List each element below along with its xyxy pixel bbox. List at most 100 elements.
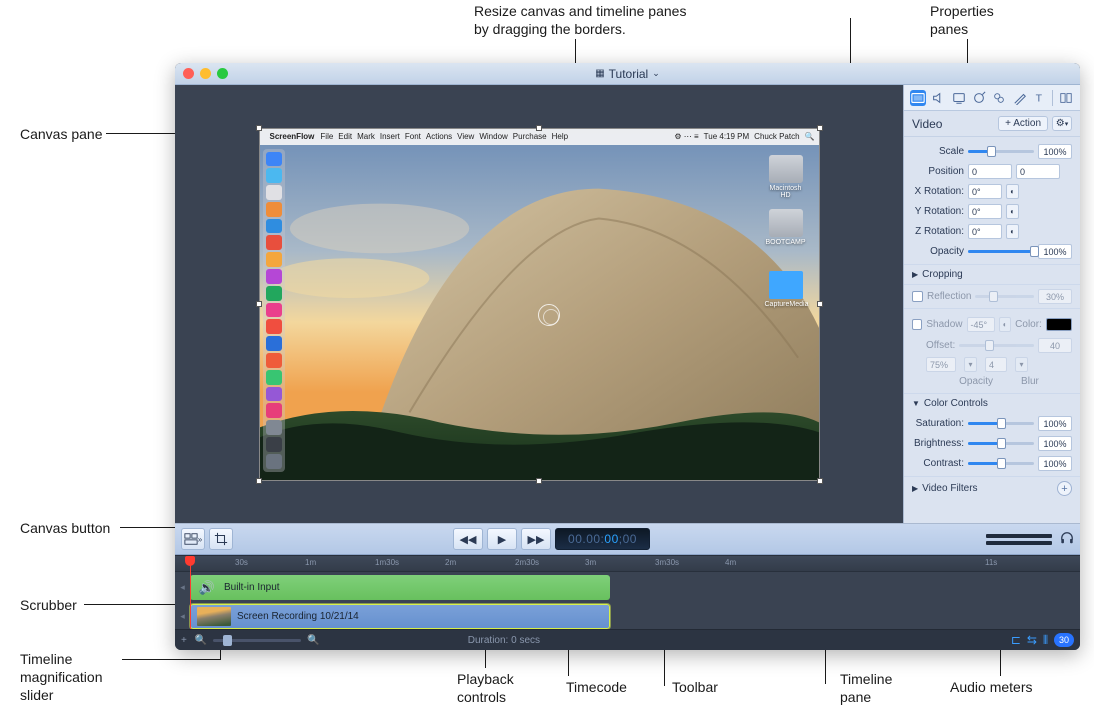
saturation-value[interactable]: 100% [1038, 416, 1072, 431]
reflection-slider[interactable] [975, 295, 1034, 298]
window-title[interactable]: ▦ Tutorial ⌄ [595, 67, 660, 81]
shadow-blur-field[interactable]: 4 [985, 357, 1007, 372]
spotlight-icon: 🔍 [805, 132, 815, 141]
reflection-checkbox[interactable] [912, 291, 923, 302]
saturation-slider[interactable] [968, 422, 1034, 425]
resize-handle[interactable] [536, 125, 542, 131]
stepper[interactable]: ▾ [964, 357, 977, 372]
z-rotation-label: Z Rotation: [912, 226, 964, 237]
zoom-out-icon[interactable]: 🔍 [195, 635, 207, 646]
brightness-value[interactable]: 100% [1038, 436, 1072, 451]
shadow-offset-slider[interactable] [959, 344, 1034, 347]
stepper[interactable]: ▾ [1015, 357, 1028, 372]
tab-video[interactable] [910, 90, 926, 106]
zoom-slider[interactable] [213, 639, 301, 642]
fast-forward-button[interactable]: ▶▶ [521, 528, 551, 550]
contrast-value[interactable]: 100% [1038, 456, 1072, 471]
rotation-dial[interactable]: ◐ [1006, 184, 1019, 199]
timeline-pane[interactable]: 30s1m1m30s2m2m30s3m3m30s4m11s ◂ 🔊 Built-… [175, 555, 1080, 629]
rewind-button[interactable]: ◀◀ [453, 528, 483, 550]
frame-rate-badge[interactable]: 30 [1054, 633, 1074, 647]
snap-button[interactable]: ⊏ [1011, 633, 1021, 647]
video-filters-label: Video Filters [922, 483, 977, 494]
tab-screen-recording[interactable] [951, 90, 967, 106]
timecode-prefix: 00.00: [568, 532, 604, 546]
tab-annotations[interactable] [1012, 90, 1028, 106]
y-rotation-field[interactable]: 0° [968, 204, 1002, 219]
brightness-label: Brightness: [912, 438, 964, 449]
z-rotation-field[interactable]: 0° [968, 224, 1002, 239]
play-button[interactable]: ▶ [487, 528, 517, 550]
callout-timeline-pane: Timeline pane [840, 670, 892, 706]
rotation-dial[interactable]: ◐ [1006, 224, 1019, 239]
video-filters-disclosure[interactable]: ▶ Video Filters + [904, 476, 1080, 500]
scale-slider[interactable] [968, 150, 1034, 153]
desktop-icon: CaptureMedia [765, 271, 807, 308]
tab-text[interactable]: T [1032, 90, 1048, 106]
zoom-in-icon[interactable]: 🔍 [307, 635, 319, 646]
crop-canvas-button[interactable] [209, 528, 233, 550]
minimize-window-button[interactable] [200, 68, 211, 79]
resize-handle[interactable] [536, 478, 542, 484]
tab-callout[interactable] [971, 90, 987, 106]
brightness-slider[interactable] [968, 442, 1034, 445]
shadow-opacity-field[interactable]: 75% [926, 357, 956, 372]
contrast-slider[interactable] [968, 462, 1034, 465]
opacity-slider[interactable] [968, 250, 1034, 253]
tab-audio[interactable] [930, 90, 946, 106]
video-clip[interactable]: Screen Recording 10/21/14 [190, 604, 610, 629]
reflection-value[interactable]: 30% [1038, 289, 1072, 304]
opacity-row: Opacity 100% [912, 243, 1072, 260]
position-label: Position [912, 166, 964, 177]
cropping-disclosure[interactable]: ▶ Cropping [904, 264, 1080, 284]
timeline-ruler[interactable]: 30s1m1m30s2m2m30s3m3m30s4m11s [175, 556, 1080, 572]
shadow-section: Shadow -45° ◐ Color: Offset: 40 75% ▾ 4 … [904, 308, 1080, 393]
resize-handle[interactable] [256, 125, 262, 131]
canvas-controls-button[interactable]: » [181, 528, 205, 550]
window-title-text: Tutorial [609, 67, 649, 81]
zoom-window-button[interactable] [217, 68, 228, 79]
scale-value[interactable]: 100% [1038, 144, 1072, 159]
app-window: ▦ Tutorial ⌄ [175, 63, 1080, 650]
rotation-dial[interactable]: ◐ [1006, 204, 1019, 219]
x-rotation-field[interactable]: 0° [968, 184, 1002, 199]
contrast-row: Contrast: 100% [912, 455, 1072, 472]
properties-gear-menu[interactable]: ⚙▾ [1052, 116, 1072, 131]
shadow-angle-dial[interactable]: ◐ [999, 317, 1011, 332]
audio-clip[interactable]: 🔊 Built-in Input [190, 575, 610, 600]
shadow-color-swatch[interactable] [1046, 318, 1072, 331]
add-filter-button[interactable]: + [1057, 481, 1072, 496]
resize-handle[interactable] [817, 478, 823, 484]
add-action-button[interactable]: + Action [998, 116, 1048, 131]
titlebar[interactable]: ▦ Tutorial ⌄ [175, 63, 1080, 85]
tab-touch-callout[interactable] [991, 90, 1007, 106]
canvas-pane[interactable]: ScreenFlow FileEditMarkInsertFontActions… [175, 85, 903, 523]
callout-canvas-pane: Canvas pane [20, 125, 103, 143]
shadow-offset-value[interactable]: 40 [1038, 338, 1072, 353]
resize-handle[interactable] [256, 301, 262, 307]
add-track-button[interactable]: + [181, 635, 187, 646]
callout-toolbar: Toolbar [672, 678, 718, 696]
shadow-blur-label: Blur [1021, 376, 1039, 387]
canvas-clip[interactable]: ScreenFlow FileEditMarkInsertFontActions… [259, 128, 820, 481]
shadow-angle-field[interactable]: -45° [967, 317, 995, 332]
opacity-value[interactable]: 100% [1038, 244, 1072, 259]
document-icon: ▦ [595, 68, 604, 79]
track-lock-icon[interactable]: ◂ [175, 582, 190, 593]
resize-handle[interactable] [817, 125, 823, 131]
ripple-button[interactable]: ⇆ [1027, 633, 1037, 647]
tab-media-library[interactable] [1058, 90, 1074, 106]
timecode-display[interactable]: 00.00:00;00 [555, 528, 650, 550]
shadow-checkbox[interactable] [912, 319, 922, 330]
resize-handle[interactable] [256, 478, 262, 484]
track-lock-icon[interactable]: ◂ [175, 611, 190, 622]
close-window-button[interactable] [183, 68, 194, 79]
position-x-field[interactable]: 0 [968, 164, 1012, 179]
waveform-button[interactable]: ⫴ [1043, 633, 1048, 648]
color-controls-disclosure[interactable]: ▼ Color Controls [904, 393, 1080, 413]
position-y-field[interactable]: 0 [1016, 164, 1060, 179]
callout-line [122, 659, 220, 660]
resize-handle[interactable] [817, 301, 823, 307]
audio-meter-right [986, 541, 1052, 545]
headphones-button[interactable] [1060, 531, 1074, 548]
